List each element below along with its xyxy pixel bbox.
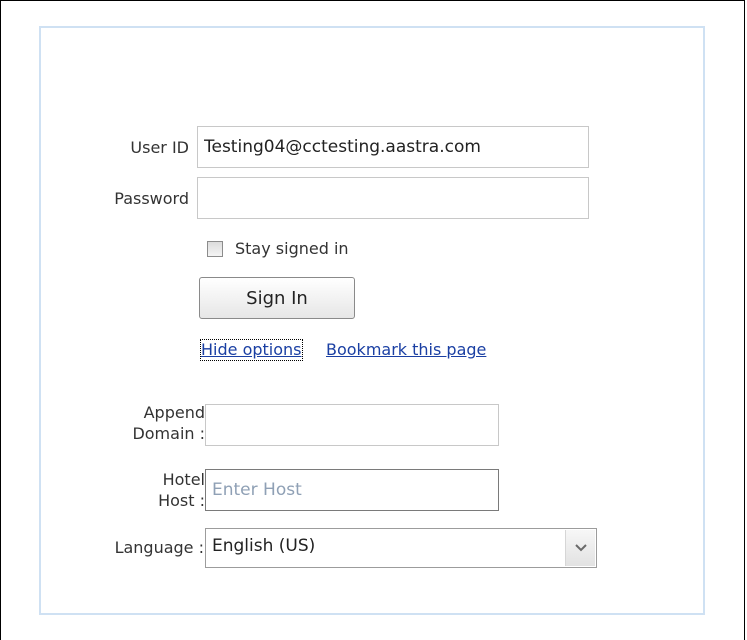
- user-id-label: User ID: [130, 138, 189, 157]
- language-selected-value: English (US): [212, 536, 316, 556]
- password-input[interactable]: [197, 177, 589, 219]
- append-domain-label-line1: Append: [143, 403, 205, 422]
- append-domain-label-line2: Domain :: [132, 424, 205, 443]
- login-panel: User ID Password Stay signed in Sign In …: [39, 26, 705, 615]
- hotel-host-label-line2: Host :: [158, 491, 205, 510]
- window-frame: User ID Password Stay signed in Sign In …: [0, 0, 745, 640]
- hotel-host-label-line1: Hotel: [162, 470, 205, 489]
- chevron-down-icon: [575, 544, 587, 552]
- append-domain-input[interactable]: [205, 404, 499, 446]
- bookmark-page-link[interactable]: Bookmark this page: [326, 340, 486, 360]
- user-id-input[interactable]: [197, 126, 589, 168]
- append-domain-label: Append Domain :: [91, 402, 205, 444]
- hotel-host-input[interactable]: [205, 469, 499, 511]
- hide-options-link[interactable]: Hide options: [200, 339, 303, 361]
- stay-signed-in-label: Stay signed in: [235, 239, 349, 258]
- stay-signed-in-checkbox[interactable]: [207, 241, 223, 257]
- dropdown-arrow-button[interactable]: [565, 530, 595, 566]
- sign-in-button[interactable]: Sign In: [199, 277, 355, 319]
- hotel-host-label: Hotel Host :: [91, 469, 205, 511]
- language-label: Language :: [114, 538, 204, 557]
- language-select[interactable]: English (US): [205, 528, 597, 568]
- password-label: Password: [114, 189, 189, 208]
